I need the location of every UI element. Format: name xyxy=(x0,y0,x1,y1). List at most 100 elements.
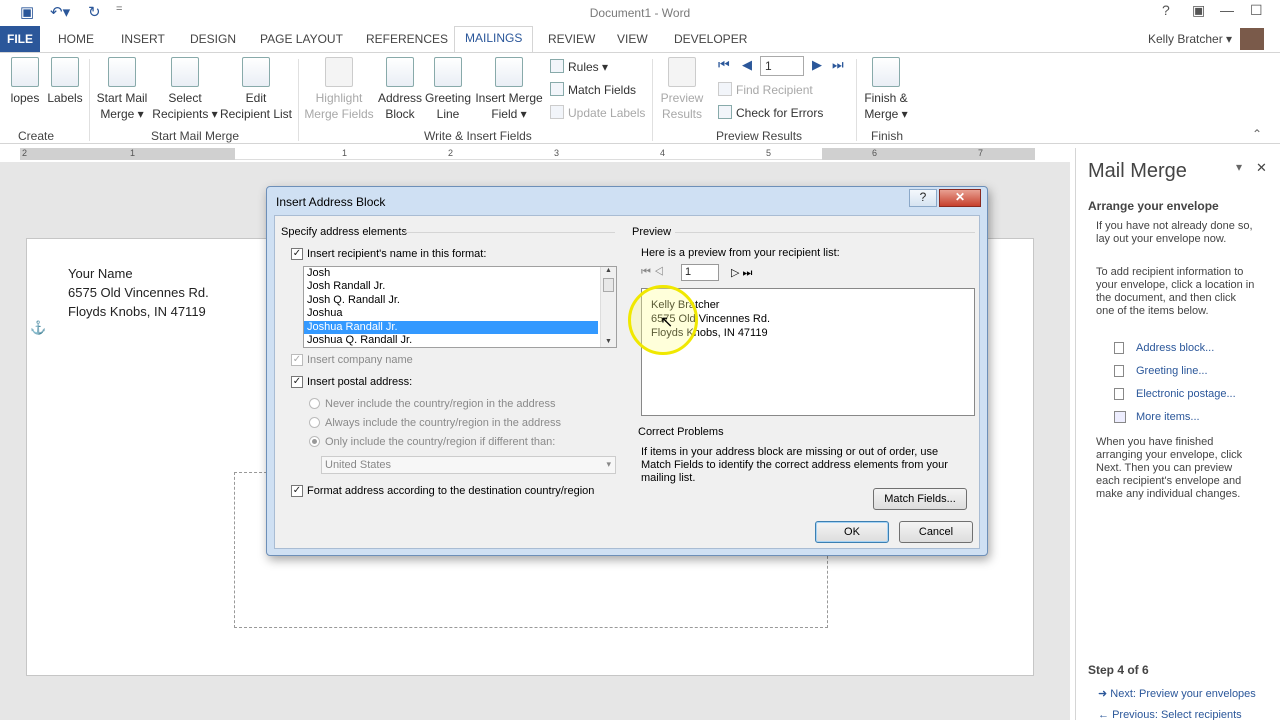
preview-results-button[interactable]: Preview Results xyxy=(656,57,708,122)
return-address-name[interactable]: Your Name xyxy=(68,266,133,281)
edit-recipient-list-button[interactable]: Edit Recipient List xyxy=(218,57,294,122)
greeting-line-label-2: Line xyxy=(436,107,460,121)
tab-review[interactable]: REVIEW xyxy=(540,30,603,48)
list-item[interactable]: Joshua xyxy=(304,307,598,320)
link-electronic-postage[interactable]: Electronic postage... xyxy=(1136,388,1236,400)
only-country-label: Only include the country/region if diffe… xyxy=(325,436,556,448)
labels-button[interactable]: Labels xyxy=(46,57,84,106)
ribbon-display-icon[interactable]: ▣ xyxy=(1192,2,1205,19)
insert-company-checkbox[interactable]: ✓ xyxy=(291,354,303,366)
tab-mailings[interactable]: MAILINGS xyxy=(454,26,534,53)
cancel-button[interactable]: Cancel xyxy=(899,521,973,543)
tab-file[interactable]: FILE xyxy=(0,26,40,52)
greeting-line-icon xyxy=(1114,365,1124,377)
return-address-street[interactable]: 6575 Old Vincennes Rd. xyxy=(68,285,209,300)
insert-postal-checkbox[interactable]: ✓ xyxy=(291,376,303,388)
dialog-help-button[interactable]: ? xyxy=(909,189,937,207)
list-item[interactable]: Josh Randall Jr. xyxy=(304,280,598,293)
user-name-label: Kelly Bratcher xyxy=(1148,32,1223,46)
find-icon xyxy=(718,82,732,96)
collapse-ribbon-icon[interactable]: ⌃ xyxy=(1252,127,1262,141)
next-record-icon[interactable]: ▶ xyxy=(812,57,822,73)
tab-developer[interactable]: DEVELOPER xyxy=(666,30,755,48)
name-format-list[interactable]: Josh Josh Randall Jr. Josh Q. Randall Jr… xyxy=(303,266,617,348)
next-record-icon[interactable]: ▷ ⏭ xyxy=(731,266,752,280)
first-record-icon[interactable]: ⏮ xyxy=(718,57,730,73)
last-record-icon[interactable]: ⏭ xyxy=(832,57,844,73)
list-item-selected[interactable]: Joshua Randall Jr. xyxy=(304,320,598,334)
preview-record-input[interactable]: 1 xyxy=(681,264,719,281)
list-item[interactable]: Josh xyxy=(304,267,598,280)
format-address-checkbox[interactable]: ✓ xyxy=(291,485,303,497)
specify-elements-heading: Specify address elements xyxy=(281,226,407,238)
scroll-down-icon[interactable]: ▼ xyxy=(601,338,616,345)
insert-merge-field-button[interactable]: Insert Merge Field ▾ xyxy=(472,57,546,122)
help-icon[interactable]: ? xyxy=(1162,2,1170,18)
greeting-line-icon xyxy=(434,57,462,87)
insert-name-checkbox[interactable]: ✓ xyxy=(291,248,303,260)
pane-options-icon[interactable]: ▾ xyxy=(1236,160,1242,174)
link-more-items[interactable]: More items... xyxy=(1136,411,1200,423)
update-labels-button[interactable]: Update Labels xyxy=(550,105,645,120)
tab-home[interactable]: HOME xyxy=(50,30,102,48)
match-fields-button[interactable]: Match Fields... xyxy=(873,488,967,510)
ruler-number: 1 xyxy=(130,148,136,158)
previous-step-link[interactable]: ← Previous: Select recipients xyxy=(1098,709,1242,720)
finish-merge-icon xyxy=(872,57,900,87)
only-country-radio[interactable] xyxy=(309,436,320,447)
ruler: 2 1 1 2 3 4 5 6 7 xyxy=(20,148,1035,160)
correct-problems-text: If items in your address block are missi… xyxy=(641,446,948,484)
list-scrollbar[interactable]: ▲ ▼ xyxy=(600,267,616,347)
finish-merge-button[interactable]: Finish & Merge ▾ xyxy=(858,57,914,122)
scroll-thumb[interactable] xyxy=(603,278,614,292)
rules-label: Rules ▾ xyxy=(568,60,609,74)
scroll-up-icon[interactable]: ▲ xyxy=(601,267,616,274)
dialog-close-button[interactable]: ✕ xyxy=(939,189,981,207)
rules-button[interactable]: Rules ▾ xyxy=(550,59,608,74)
preview-results-label-2: Results xyxy=(661,107,702,121)
highlight-merge-fields-button[interactable]: Highlight Merge Fields xyxy=(302,57,376,122)
address-block-label-1: Address xyxy=(377,91,423,105)
group-write-insert-fields: Write & Insert Fields xyxy=(424,129,532,143)
list-item[interactable]: Josh Q. Randall Jr. xyxy=(304,294,598,307)
start-mail-merge-label-1: Start Mail xyxy=(96,91,148,105)
pane-paragraph-3: When you have finished arranging your en… xyxy=(1096,436,1243,500)
maximize-icon[interactable]: ☐ xyxy=(1250,2,1263,19)
group-divider xyxy=(89,59,90,141)
address-block-button[interactable]: Address Block xyxy=(376,57,424,122)
record-number-input[interactable]: 1 xyxy=(760,56,804,76)
ok-button[interactable]: OK xyxy=(815,521,889,543)
greeting-line-button[interactable]: Greeting Line xyxy=(424,57,472,122)
start-mail-merge-button[interactable]: Start Mail Merge ▾ xyxy=(92,57,152,122)
pane-close-icon[interactable]: ✕ xyxy=(1256,160,1267,176)
tab-page-layout[interactable]: PAGE LAYOUT xyxy=(252,30,351,48)
tab-references[interactable]: REFERENCES xyxy=(358,30,456,48)
avatar[interactable] xyxy=(1240,28,1264,50)
previous-record-icon[interactable]: ◀ xyxy=(742,57,752,73)
check-for-errors-button[interactable]: Check for Errors xyxy=(718,105,823,120)
match-fields-button[interactable]: Match Fields xyxy=(550,82,636,97)
country-select[interactable]: United States ▾ xyxy=(321,456,616,474)
tab-view[interactable]: VIEW xyxy=(609,30,656,48)
return-address-city[interactable]: Floyds Knobs, IN 47119 xyxy=(68,304,206,319)
envelopes-button[interactable]: lopes xyxy=(6,57,44,106)
first-record-icon[interactable]: ⏮ ◁ xyxy=(641,266,664,279)
group-create: Create xyxy=(18,129,55,143)
never-country-radio[interactable] xyxy=(309,398,320,409)
check-errors-icon xyxy=(718,105,732,119)
next-step-link[interactable]: ➜ Next: Preview your envelopes xyxy=(1098,687,1256,700)
always-country-radio[interactable] xyxy=(309,417,320,428)
anchor-icon: ⚓ xyxy=(30,320,47,335)
divider xyxy=(405,232,615,233)
minimize-icon[interactable]: — xyxy=(1220,2,1234,18)
find-recipient-button[interactable]: Find Recipient xyxy=(718,82,813,97)
ribbon: lopes Labels Create Start Mail Merge ▾ Se… xyxy=(0,52,1280,144)
document-icon xyxy=(108,57,136,87)
insert-merge-field-label-2: Field ▾ xyxy=(491,107,527,121)
select-recipients-button[interactable]: Select Recipients ▾ xyxy=(152,57,218,122)
link-greeting-line[interactable]: Greeting line... xyxy=(1136,365,1208,377)
tab-insert[interactable]: INSERT xyxy=(113,30,173,48)
tab-design[interactable]: DESIGN xyxy=(182,30,244,48)
list-item[interactable]: Joshua Q. Randall Jr. xyxy=(304,334,598,347)
link-address-block[interactable]: Address block... xyxy=(1136,342,1214,354)
